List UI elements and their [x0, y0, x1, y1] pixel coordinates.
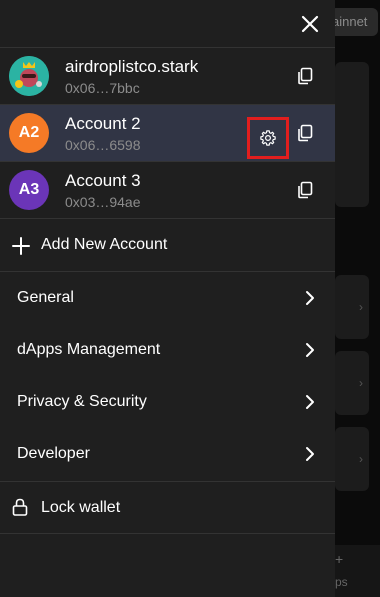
account-address: 0x06…6598 — [65, 137, 141, 153]
account-row[interactable]: airdroplistco.stark 0x06…7bbc — [0, 47, 335, 104]
plus-icon — [12, 237, 30, 255]
avatar-initials: A3 — [18, 181, 40, 198]
close-button[interactable] — [296, 10, 324, 38]
menu-item-developer[interactable]: Developer — [0, 428, 335, 480]
avatar — [9, 56, 49, 96]
chevron-right-icon — [306, 447, 314, 461]
lock-wallet-button[interactable]: Lock wallet — [0, 481, 335, 534]
account-address: 0x03…94ae — [65, 194, 141, 210]
lock-icon — [12, 498, 28, 516]
bottom-nav-label: ps — [335, 575, 348, 589]
background-card: › — [335, 351, 369, 415]
settings-menu: General dApps Management Privacy & Secur… — [0, 272, 335, 480]
account-list: airdroplistco.stark 0x06…7bbc A2 Account… — [0, 47, 335, 218]
menu-item-label: Developer — [17, 445, 90, 462]
menu-item-label: dApps Management — [17, 341, 161, 358]
account-row-selected[interactable]: A2 Account 2 0x06…6598 — [0, 104, 335, 161]
chevron-right-icon: › — [359, 376, 363, 390]
close-icon — [301, 15, 319, 33]
plus-icon: + — [335, 551, 344, 567]
add-account-label: Add New Account — [41, 236, 168, 253]
chevron-right-icon — [306, 343, 314, 357]
account-settings-button[interactable] — [247, 117, 289, 159]
network-selector[interactable]: ainnet — [330, 8, 378, 36]
avatar: A3 — [9, 170, 49, 210]
background-card — [335, 62, 369, 207]
account-name: Account 3 — [65, 171, 141, 190]
account-name: Account 2 — [65, 114, 141, 133]
copy-icon[interactable] — [296, 181, 314, 199]
copy-icon[interactable] — [296, 124, 314, 142]
avatar: A2 — [9, 113, 49, 153]
menu-item-dapps-management[interactable]: dApps Management — [0, 324, 335, 376]
lock-wallet-label: Lock wallet — [41, 499, 121, 516]
chevron-right-icon — [306, 291, 314, 305]
menu-item-general[interactable]: General — [0, 272, 335, 324]
menu-item-label: Privacy & Security — [17, 393, 147, 410]
copy-icon[interactable] — [296, 67, 314, 85]
menu-item-label: General — [17, 289, 74, 306]
account-address: 0x06…7bbc — [65, 80, 140, 96]
add-account-button[interactable]: Add New Account — [0, 218, 335, 272]
chevron-right-icon — [306, 395, 314, 409]
account-row[interactable]: A3 Account 3 0x03…94ae — [0, 161, 335, 218]
chevron-right-icon: › — [359, 300, 363, 314]
background-card: › — [335, 427, 369, 491]
profile-picture-icon — [9, 56, 49, 96]
gear-icon — [260, 130, 276, 146]
background-bottom-nav: + ps — [335, 545, 380, 597]
avatar-initials: A2 — [18, 124, 40, 141]
account-drawer: airdroplistco.stark 0x06…7bbc A2 Account… — [0, 0, 335, 597]
chevron-right-icon: › — [359, 452, 363, 466]
background-card: › — [335, 275, 369, 339]
account-name: airdroplistco.stark — [65, 57, 199, 76]
menu-item-privacy-security[interactable]: Privacy & Security — [0, 376, 335, 428]
